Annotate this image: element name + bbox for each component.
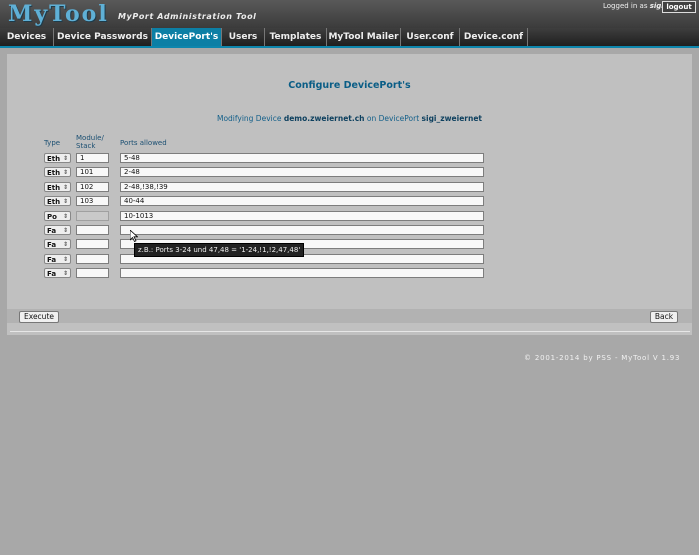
module-field-disabled	[76, 211, 109, 221]
type-value: Eth	[47, 184, 61, 192]
type-value: Po	[47, 213, 57, 221]
col-header-stack: Stack	[76, 142, 96, 150]
modifying-line: Modifying Device demo.zweiernet.ch on De…	[0, 114, 699, 123]
content-panel	[7, 54, 692, 335]
module-field[interactable]: 102	[76, 182, 109, 192]
module-field[interactable]	[76, 225, 109, 235]
module-field[interactable]: 101	[76, 167, 109, 177]
type-value: Fa	[47, 227, 57, 235]
select-arrows-icon: ⇕	[62, 256, 68, 263]
select-arrows-icon: ⇕	[62, 169, 68, 176]
col-header-ports: Ports allowed	[120, 139, 167, 147]
mouse-cursor-icon	[130, 230, 138, 242]
type-select[interactable]: Fa ⇕	[44, 239, 71, 249]
ports-field[interactable]: 10-1013	[120, 211, 484, 221]
type-select[interactable]: Fa ⇕	[44, 225, 71, 235]
tab-users[interactable]: Users	[222, 28, 265, 46]
ports-field[interactable]: 40-44	[120, 196, 484, 206]
tab-devices[interactable]: Devices	[0, 28, 54, 46]
type-select[interactable]: Fa ⇕	[44, 268, 71, 278]
ports-field[interactable]	[120, 268, 484, 278]
col-header-module: Module/	[76, 134, 104, 142]
main-nav: Devices Device Passwords DevicePort's Us…	[0, 28, 699, 48]
tab-templates[interactable]: Templates	[265, 28, 327, 46]
module-field[interactable]: 1	[76, 153, 109, 163]
page-title: Configure DevicePort's	[288, 80, 411, 91]
select-arrows-icon: ⇕	[62, 213, 68, 220]
type-value: Eth	[47, 169, 61, 177]
footer-divider	[10, 331, 690, 332]
header-bar: MyTool MyPort Administration Tool Logged…	[0, 0, 699, 28]
type-select[interactable]: Eth ⇕	[44, 153, 71, 163]
module-field[interactable]	[76, 268, 109, 278]
module-field[interactable]	[76, 254, 109, 264]
tab-device-passwords[interactable]: Device Passwords	[54, 28, 152, 46]
tab-mytool-mailer[interactable]: MyTool Mailer	[327, 28, 401, 46]
type-select[interactable]: Fa ⇕	[44, 254, 71, 264]
logout-button[interactable]: logout	[662, 1, 696, 13]
select-arrows-icon: ⇕	[62, 241, 68, 248]
type-value: Eth	[47, 155, 61, 163]
type-select[interactable]: Eth ⇕	[44, 167, 71, 177]
type-value: Fa	[47, 256, 57, 264]
ports-field[interactable]: 5-48	[120, 153, 484, 163]
select-arrows-icon: ⇕	[62, 155, 68, 162]
ports-hint-tooltip: z.B.: Ports 3-24 und 47,48 = '1-24,!1,!2…	[134, 243, 305, 257]
on-deviceport-label: on DevicePort	[366, 114, 420, 123]
logged-in-status: Logged in as sigi	[603, 2, 664, 10]
tab-deviceports[interactable]: DevicePort's	[152, 28, 222, 46]
tab-user-conf[interactable]: User.conf	[401, 28, 460, 46]
back-button[interactable]: Back	[650, 311, 678, 323]
execute-button[interactable]: Execute	[19, 311, 59, 323]
col-header-type: Type	[44, 139, 61, 147]
logged-in-label: Logged in as	[603, 2, 648, 10]
deviceport-name: sigi_zweiernet	[421, 114, 483, 123]
ports-field[interactable]: 2-48,!38,!39	[120, 182, 484, 192]
select-arrows-icon: ⇕	[62, 270, 68, 277]
type-select[interactable]: Eth ⇕	[44, 196, 71, 206]
type-value: Eth	[47, 198, 61, 206]
action-bar: Execute Back	[7, 309, 692, 323]
type-value: Fa	[47, 241, 57, 249]
tab-device-conf[interactable]: Device.conf	[460, 28, 528, 46]
app-tagline: MyPort Administration Tool	[118, 12, 257, 21]
copyright-text: © 2001-2014 by PSS - MyTool V 1.93	[524, 354, 681, 362]
type-select[interactable]: Po ⇕	[44, 211, 71, 221]
type-value: Fa	[47, 270, 57, 278]
select-arrows-icon: ⇕	[62, 227, 68, 234]
device-name: demo.zweiernet.ch	[283, 114, 365, 123]
module-field[interactable]	[76, 239, 109, 249]
modifying-prefix: Modifying Device	[216, 114, 282, 123]
ports-field[interactable]	[120, 225, 484, 235]
app-logo: MyTool	[8, 1, 109, 27]
select-arrows-icon: ⇕	[62, 198, 68, 205]
ports-field[interactable]: 2-48	[120, 167, 484, 177]
select-arrows-icon: ⇕	[62, 184, 68, 191]
app-window: MyTool MyPort Administration Tool Logged…	[0, 0, 699, 555]
module-field[interactable]: 103	[76, 196, 109, 206]
type-select[interactable]: Eth ⇕	[44, 182, 71, 192]
